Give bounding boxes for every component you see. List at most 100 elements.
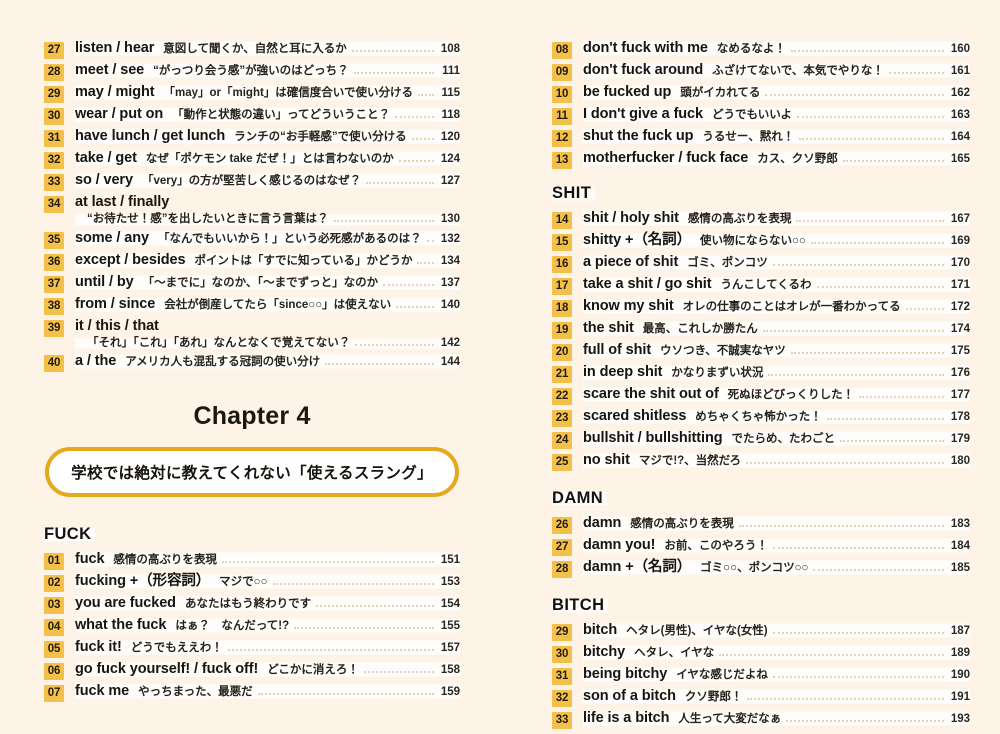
toc-entry[interactable]: 16 a piece of shit ゴミ、ポンコツ 170 (552, 254, 970, 273)
leader-dots (426, 239, 434, 242)
toc-entry[interactable]: 36 except / besides ポイントは「すでに知っている」かどうか 134 (44, 251, 460, 271)
entry-page-number: 142 (440, 336, 460, 349)
toc-entry[interactable]: 01 fuck 感情の高ぶりを表現 151 (44, 551, 460, 571)
entry-term: bullshit / bullshitting (583, 430, 723, 446)
toc-entry[interactable]: 37 until / by 「〜までに」なのか、「〜までずっと」なのか 137 (44, 273, 460, 293)
toc-entry[interactable]: 15 shitty +（名詞） 使い物にならない○○ 169 (552, 232, 970, 251)
entry-line: take a shit / go shit うんこしてくるわ 171 (583, 276, 970, 294)
leader-dots (797, 116, 944, 118)
toc-entry[interactable]: 24 bullshit / bullshitting でたらめ、たわごと 179 (552, 430, 970, 449)
toc-entry[interactable]: 05 fuck it! どうでもええわ！ 157 (44, 639, 460, 659)
leader-dots (396, 305, 434, 308)
toc-entry[interactable]: 20 full of shit ウソつき、不誠実なヤツ 175 (552, 342, 970, 361)
entry-term: so / very (75, 172, 133, 188)
toc-entry[interactable]: 19 the shit 最高、これしか勝たん 174 (552, 320, 970, 339)
entry-number-badge: 03 (44, 597, 64, 615)
toc-entry[interactable]: 23 scared shitless めちゃくちゃ怖かった！ 178 (552, 408, 970, 427)
toc-entry[interactable]: 35 some / any 「なんでもいいから！」という必死感があるのは？ 132 (44, 229, 460, 249)
toc-entry[interactable]: 39 it / this / that 「それ」「これ」「あれ」なんとなくで覚えてな… (44, 318, 460, 351)
entry-page-number: 174 (950, 323, 970, 335)
entry-number-badge: 21 (552, 366, 572, 383)
entry-number-badge: 16 (552, 256, 572, 273)
toc-entry[interactable]: 10 be fucked up 頭がイカれてる 162 (552, 84, 970, 103)
toc-entry[interactable]: 12 shut the fuck up うるせー、黙れ！ 164 (552, 128, 970, 147)
toc-entry[interactable]: 32 take / get なぜ「ポケモン take だぜ！」とは言わないのか 124 (44, 150, 460, 169)
leader-dots (325, 363, 434, 366)
entry-number-badge: 22 (552, 388, 572, 405)
entry-page-number: 193 (950, 713, 970, 725)
toc-entry[interactable]: 13 motherfucker / fuck face カス、クソ野郎 165 (552, 150, 970, 169)
toc-entry[interactable]: 32 son of a bitch クソ野郎！ 191 (552, 688, 970, 707)
toc-entry[interactable]: 18 know my shit オレの仕事のことはオレが一番わかってる 172 (552, 298, 970, 317)
toc-entry[interactable]: 29 may / might 「may」or「might」は確信度合いで使い分ける 1… (44, 84, 460, 103)
entry-number-badge: 38 (44, 297, 64, 315)
entry-term: it / this / that (75, 317, 159, 334)
entry-term: don't fuck around (583, 62, 704, 78)
entry-term: life is a bitch (583, 710, 670, 726)
entry-body: fuck it! どうでもええわ！ 157 (75, 639, 460, 657)
toc-entry[interactable]: 31 have lunch / get lunch ランチの“お手軽感”で使い分ける… (44, 128, 460, 147)
toc-entry[interactable]: 07 fuck me やっちまった、最悪だ 159 (44, 683, 460, 703)
toc-entry[interactable]: 34 at last / finally “お待たせ！感”を出したいときに言う言葉は… (44, 194, 460, 227)
toc-entry[interactable]: 28 meet / see “がっつり会う感”が強いのはどっち？ 111 (44, 62, 460, 81)
toc-entry[interactable]: 27 damn you! お前、このやろう！ 184 (552, 537, 970, 556)
entry-line: a piece of shit ゴミ、ポンコツ 170 (583, 254, 970, 272)
leader-dots (221, 561, 434, 564)
entry-term: in deep shit (583, 364, 663, 380)
entry-page-number: 180 (950, 455, 970, 467)
toc-entry[interactable]: 30 wear / put on 「動作と状態の違い」ってどういうこと？ 118 (44, 106, 460, 125)
entry-line: be fucked up 頭がイカれてる 162 (583, 84, 970, 102)
entry-gloss: 「なんでもいいから！」という必死感があるのは？ (157, 232, 422, 245)
toc-entry[interactable]: 30 bitchy ヘタレ、イヤな 189 (552, 644, 970, 663)
entry-gloss: 「〜までに」なのか、「〜までずっと」なのか (142, 276, 379, 289)
toc-entry[interactable]: 02 fucking +（形容詞） マジで○○ 153 (44, 573, 460, 593)
entry-gloss: ゴミ、ポンコツ (687, 257, 768, 269)
toc-entry[interactable]: 26 damn 感情の高ぶりを表現 183 (552, 515, 970, 534)
toc-entry[interactable]: 09 don't fuck around ふざけてないで、本気でやりな！ 161 (552, 62, 970, 81)
entry-body: bullshit / bullshitting でたらめ、たわごと 179 (583, 430, 970, 448)
toc-entry[interactable]: 33 so / very 「very」の方が堅苦しく感じるのはなぜ？ 127 (44, 172, 460, 191)
entry-number-badge: 28 (44, 64, 64, 81)
toc-entry[interactable]: 31 being bitchy イヤな感じだよね 190 (552, 666, 970, 685)
entry-body: shitty +（名詞） 使い物にならない○○ 169 (583, 232, 970, 250)
entry-page-number: 191 (950, 691, 970, 703)
toc-entry[interactable]: 33 life is a bitch 人生って大変だなぁ 193 (552, 710, 970, 729)
entry-page-number: 184 (950, 540, 970, 552)
toc-entry[interactable]: 14 shit / holy shit 感情の高ぶりを表現 167 (552, 210, 970, 229)
entry-number-badge: 05 (44, 641, 64, 659)
entry-gloss: はぁ？ なんだって!? (175, 620, 290, 633)
entry-line: damn you! お前、このやろう！ 184 (583, 537, 970, 555)
entry-gloss: 人生って大変だなぁ (678, 713, 782, 725)
entry-body: meet / see “がっつり会う感”が強いのはどっち？ 111 (75, 62, 460, 80)
toc-entry[interactable]: 08 don't fuck with me なめるなよ！ 160 (552, 40, 970, 59)
toc-entry[interactable]: 04 what the fuck はぁ？ なんだって!? 155 (44, 617, 460, 637)
entry-page-number: 115 (441, 87, 460, 99)
entry-term: scare the shit out of (583, 386, 719, 402)
entry-page-number: 183 (950, 518, 970, 530)
entry-term: damn you! (583, 537, 656, 553)
entry-page-number: 155 (440, 620, 460, 633)
entry-body: fucking +（形容詞） マジで○○ 153 (75, 573, 460, 591)
toc-entry[interactable]: 22 scare the shit out of 死ぬほどびっくりした！ 177 (552, 386, 970, 405)
toc-entry[interactable]: 38 from / since 会社が倒産してたら「since○○」は使えない 140 (44, 295, 460, 315)
entry-term: shit / holy shit (583, 210, 679, 226)
toc-entry[interactable]: 03 you are fucked あなたはもう終わりです 154 (44, 595, 460, 615)
toc-entry[interactable]: 21 in deep shit かなりまずい状況 176 (552, 364, 970, 383)
toc-entry[interactable]: 17 take a shit / go shit うんこしてくるわ 171 (552, 276, 970, 295)
toc-entry[interactable]: 28 damn +（名詞） ゴミ○○、ポンコツ○○ 185 (552, 559, 970, 578)
entry-gloss: 「それ」「これ」「あれ」なんとなくで覚えてない？ (87, 336, 351, 349)
toc-entry[interactable]: 25 no shit マジで!?、当然だろ 180 (552, 452, 970, 471)
toc-entry[interactable]: 29 bitch ヘタレ(男性)、イヤな(女性) 187 (552, 622, 970, 641)
entry-number-badge: 13 (552, 152, 572, 169)
entry-term: listen / hear (75, 40, 155, 56)
entry-line: listen / hear 意図して聞くか、自然と耳に入るか 108 (75, 40, 460, 58)
entry-term: no shit (583, 452, 630, 468)
toc-entry[interactable]: 40 a / the アメリカ人も混乱する冠詞の使い分け 144 (44, 353, 460, 373)
toc-entry[interactable]: 11 I don't give a fuck どうでもいいよ 163 (552, 106, 970, 125)
entry-number-badge: 37 (44, 275, 64, 293)
entry-page-number: 190 (950, 669, 970, 681)
toc-entry[interactable]: 06 go fuck yourself! / fuck off! どこかに消えろ！ 1… (44, 661, 460, 681)
entry-subline: “お待たせ！感”を出したいときに言う言葉は？ 130 (75, 213, 460, 227)
entry-body: life is a bitch 人生って大変だなぁ 193 (583, 710, 970, 728)
toc-entry[interactable]: 27 listen / hear 意図して聞くか、自然と耳に入るか 108 (44, 40, 460, 59)
